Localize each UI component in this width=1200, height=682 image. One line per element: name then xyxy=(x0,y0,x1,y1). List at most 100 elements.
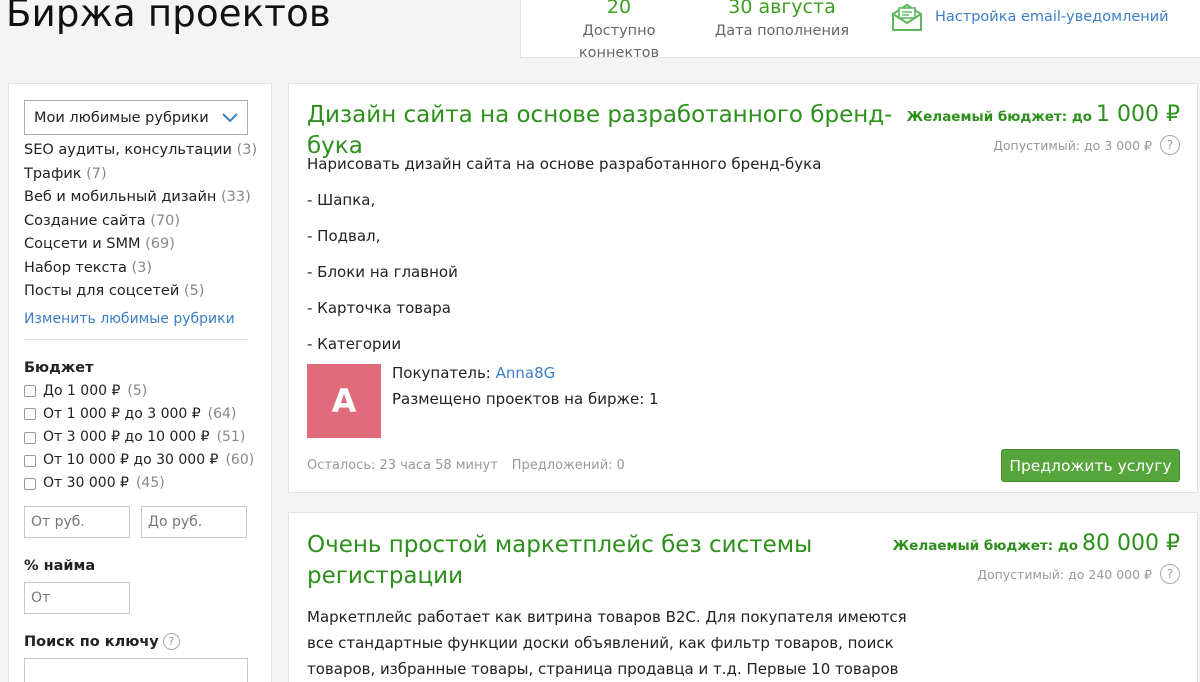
category-item[interactable]: Трафик (7) xyxy=(24,163,256,187)
category-item[interactable]: SEO аудиты, консультации (3) xyxy=(24,139,257,163)
envelope-icon xyxy=(892,3,922,31)
category-count: (69) xyxy=(145,236,175,252)
project-card: Очень простой маркетплейс без системы ре… xyxy=(288,512,1198,682)
allowed-budget: Допустимый: до 240 000 ₽ ? xyxy=(893,564,1180,584)
project-budget: Желаемый бюджет: до 1 000 ₽ Допустимый: д… xyxy=(907,102,1180,155)
checkbox[interactable] xyxy=(24,408,36,421)
keyword-search-input[interactable] xyxy=(24,657,248,682)
budget-option-count: (60) xyxy=(225,452,255,469)
category-count: (33) xyxy=(220,189,251,205)
question-circle-icon[interactable]: ? xyxy=(1160,564,1180,584)
project-description: Нарисовать дизайн сайта на основе разраб… xyxy=(307,146,821,362)
connects-stat: 20 Доступно коннектов xyxy=(545,0,693,64)
checkbox[interactable] xyxy=(24,454,36,467)
buyer-block: A Покупатель: Anna8G Размещено проектов … xyxy=(307,364,659,438)
buyer-line: Покупатель: Anna8G xyxy=(392,360,659,386)
hire-rate-row: От xyxy=(24,581,256,614)
buyer-projects-count: Размещено проектов на бирже: 1 xyxy=(392,390,659,408)
description-line: - Карточка товара xyxy=(307,299,452,317)
email-settings-link[interactable]: Настройка email-уведомлений xyxy=(891,2,1169,32)
budget-to-input[interactable]: До руб. xyxy=(141,505,247,538)
project-description: Маркетплейс работает как витрина товаров… xyxy=(307,608,907,678)
description-line: - Категории xyxy=(307,335,402,353)
connects-label: Доступно коннектов xyxy=(578,23,660,61)
buyer-label: Покупатель: xyxy=(392,364,491,382)
rubric-select[interactable]: Мои любимые рубрики xyxy=(24,100,248,135)
category-item[interactable]: Веб и мобильный дизайн (33) xyxy=(24,186,256,210)
refill-date-value: 30 августа xyxy=(728,0,836,18)
desired-budget-amount: 80 000 ₽ xyxy=(1082,531,1180,556)
question-circle-icon[interactable]: ? xyxy=(162,633,180,651)
budget-range: От руб. До руб. xyxy=(24,505,256,538)
category-label: Соцсети и SMM xyxy=(24,236,141,252)
budget-option[interactable]: От 10 000 ₽ до 30 000 ₽ (60) xyxy=(24,449,256,472)
buyer-name-link[interactable]: Anna8G xyxy=(496,364,556,382)
checkbox[interactable] xyxy=(24,385,36,398)
hire-rate-input[interactable]: От xyxy=(24,581,130,614)
allowed-budget-text: Допустимый: до 3 000 ₽ xyxy=(993,137,1152,153)
category-count: (70) xyxy=(150,212,181,229)
keyword-search-label: Поиск по ключу xyxy=(24,633,159,650)
project-budget: Желаемый бюджет: до 80 000 ₽ Допустимый: … xyxy=(893,531,1180,584)
budget-options: До 1 000 ₽ (5) От 1 000 ₽ до 3 000 ₽ (64) … xyxy=(24,380,256,496)
offers-count: Предложений: 0 xyxy=(511,458,625,473)
topbar: 20 Доступно коннектов 30 августа Дата по… xyxy=(520,0,1200,61)
category-item[interactable]: Соцсети и SMM (69) xyxy=(24,233,256,257)
category-count: (5) xyxy=(183,283,205,299)
allowed-budget: Допустимый: до 3 000 ₽ ? xyxy=(907,135,1180,155)
rubric-select-value: Мои любимые рубрики xyxy=(34,109,209,126)
budget-option[interactable]: До 1 000 ₽ (5) xyxy=(24,380,256,403)
project-title[interactable]: Очень простой маркетплейс без системы ре… xyxy=(307,530,827,592)
project-meta: Осталось: 23 часа 58 минут Предложений: … xyxy=(307,458,625,473)
budget-option[interactable]: От 30 000 ₽ (45) xyxy=(24,472,256,495)
description-line: - Шапка, xyxy=(307,191,376,209)
budget-option[interactable]: От 3 000 ₽ до 10 000 ₽ (51) xyxy=(24,426,256,449)
budget-option-count: (64) xyxy=(207,405,237,422)
desired-budget-label: Желаемый бюджет: до xyxy=(892,538,1079,554)
budget-heading: Бюджет xyxy=(24,359,94,376)
budget-option-label: От 3 000 ₽ до 10 000 ₽ xyxy=(43,428,210,445)
budget-from-input[interactable]: От руб. xyxy=(24,505,130,538)
desired-budget: Желаемый бюджет: до 1 000 ₽ xyxy=(907,102,1180,127)
project-card: Дизайн сайта на основе разработанного бр… xyxy=(288,83,1198,493)
desired-budget: Желаемый бюджет: до 80 000 ₽ xyxy=(893,531,1180,556)
avatar[interactable]: A xyxy=(307,364,381,438)
checkbox[interactable] xyxy=(24,431,36,444)
category-label: Трафик xyxy=(24,165,82,182)
offer-service-button[interactable]: Предложить услугу xyxy=(1001,449,1180,482)
refill-date-stat: 30 августа Дата пополнения xyxy=(713,0,851,42)
buyer-info: Покупатель: Anna8G Размещено проектов на… xyxy=(392,360,659,438)
keyword-search-heading: Поиск по ключу ? xyxy=(24,632,256,652)
budget-option-count: (51) xyxy=(216,428,246,445)
connects-value: 20 xyxy=(606,0,632,18)
desired-budget-amount: 1 000 ₽ xyxy=(1096,102,1180,127)
description-line: - Блоки на главной xyxy=(307,263,458,281)
budget-option-label: От 30 000 ₽ xyxy=(43,475,129,492)
category-label: Набор текста xyxy=(24,259,127,276)
edit-rubrics-link[interactable]: Изменить любимые рубрики xyxy=(24,311,248,340)
hire-rate-heading: % найма xyxy=(24,557,96,574)
category-count: (3) xyxy=(131,259,153,276)
budget-option-count: (5) xyxy=(127,382,148,399)
checkbox[interactable] xyxy=(24,477,36,490)
category-item[interactable]: Посты для соцсетей (5) xyxy=(24,280,256,304)
category-item[interactable]: Набор текста (3) xyxy=(24,257,256,281)
budget-option-label: До 1 000 ₽ xyxy=(43,382,121,399)
description-line: - Подвал, xyxy=(307,227,381,245)
category-count: (7) xyxy=(86,165,107,182)
budget-option[interactable]: От 1 000 ₽ до 3 000 ₽ (64) xyxy=(24,403,256,426)
budget-option-label: От 10 000 ₽ до 30 000 ₽ xyxy=(43,452,219,469)
time-left: Осталось: 23 часа 58 минут xyxy=(307,458,498,473)
description-line: Нарисовать дизайн сайта на основе разраб… xyxy=(307,155,822,173)
category-label: Создание сайта xyxy=(24,212,146,229)
page-title: Биржа проектов xyxy=(6,0,331,35)
category-list: SEO аудиты, консультации (3) Трафик (7) … xyxy=(24,139,257,304)
category-item[interactable]: Создание сайта (70) xyxy=(24,210,256,234)
question-circle-icon[interactable]: ? xyxy=(1160,135,1180,155)
budget-option-count: (45) xyxy=(135,475,165,492)
allowed-budget-text: Допустимый: до 240 000 ₽ xyxy=(977,566,1152,582)
chevron-down-icon xyxy=(222,112,238,122)
category-label: Посты для соцсетей xyxy=(24,283,180,299)
desired-budget-label: Желаемый бюджет: до xyxy=(906,109,1093,125)
category-label: Веб и мобильный дизайн xyxy=(24,189,217,205)
